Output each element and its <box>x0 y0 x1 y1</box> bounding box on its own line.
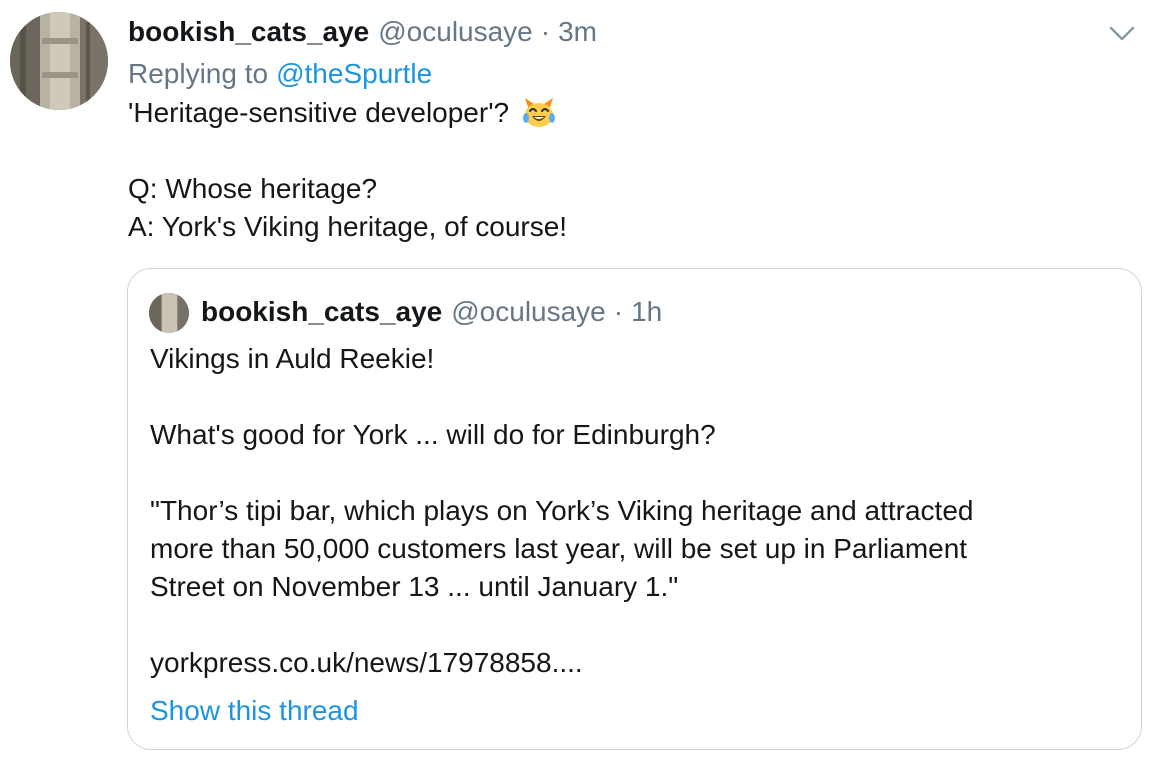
tweet-header: bookish_cats_aye @oculusaye · 3m <box>128 12 597 52</box>
replying-to: Replying to @theSpurtle <box>128 54 432 94</box>
reply-mention-link[interactable]: @theSpurtle <box>276 58 432 90</box>
author-name[interactable]: bookish_cats_aye <box>128 16 369 48</box>
tweet-timestamp[interactable]: 3m <box>558 16 597 48</box>
tweet-line-1: 'Heritage-sensitive developer'? <box>128 97 510 128</box>
replying-to-label: Replying to <box>128 58 269 89</box>
quoted-line-5: Street on November 13 ... until January … <box>150 571 679 602</box>
quoted-separator-dot: · <box>613 296 624 327</box>
quoted-header: bookish_cats_aye @oculusaye · 1h <box>201 291 662 333</box>
quoted-tweet-card[interactable]: bookish_cats_aye @oculusaye · 1h Vikings… <box>127 268 1142 750</box>
quoted-line-4: more than 50,000 customers last year, wi… <box>150 533 968 564</box>
more-options-button[interactable] <box>1108 22 1136 44</box>
tweet-line-3: A: York's Viking heritage, of course! <box>128 211 568 242</box>
quoted-avatar <box>149 293 189 333</box>
separator-dot: · <box>540 16 551 47</box>
chevron-down-icon <box>1109 26 1135 41</box>
quoted-timestamp: 1h <box>631 296 663 327</box>
quoted-link: yorkpress.co.uk/news/17978858.... <box>150 647 583 678</box>
quoted-author-handle: @oculusaye <box>451 296 606 327</box>
quoted-author-name: bookish_cats_aye <box>201 296 443 327</box>
avatar[interactable] <box>10 12 108 110</box>
tweet-line: 'Heritage-sensitive developer'? <box>128 94 1128 132</box>
author-handle[interactable]: @oculusaye <box>378 16 533 48</box>
quoted-line-3: "Thor’s tipi bar, which plays on York’s … <box>150 495 974 526</box>
avatar-image <box>10 12 108 110</box>
quoted-line-1: Vikings in Auld Reekie! <box>150 343 435 374</box>
show-thread-link[interactable]: Show this thread <box>150 691 359 731</box>
laughing-cat-emoji-icon <box>521 94 557 130</box>
quoted-text: Vikings in Auld Reekie! What's good for … <box>150 340 1110 682</box>
tweet-line-2: Q: Whose heritage? <box>128 173 378 204</box>
quoted-avatar-image <box>149 293 189 333</box>
quoted-line-2: What's good for York ... will do for Edi… <box>150 419 716 450</box>
tweet-text: 'Heritage-sensitive developer'? Q: Whose… <box>128 94 1128 246</box>
